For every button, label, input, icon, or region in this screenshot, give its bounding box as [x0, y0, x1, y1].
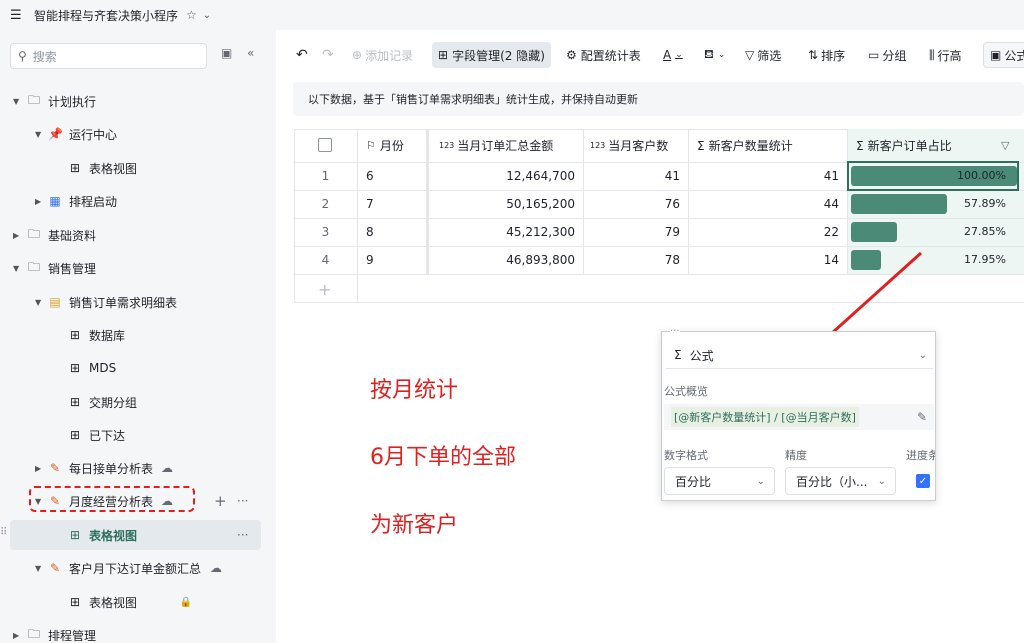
precision-label: 精度: [785, 449, 807, 462]
chevron-down-icon: ⌄: [877, 475, 886, 487]
edit-pencil-icon[interactable]: ✎: [917, 410, 927, 424]
annotation-text: 按月统计: [370, 378, 459, 403]
field-type-value: 公式: [689, 348, 714, 363]
annotation-text: 6月下单的全部: [370, 445, 516, 470]
number-format-select[interactable]: 百分比 ⌄: [664, 467, 775, 495]
sigma-icon: Σ: [674, 348, 682, 362]
precision-value: 百分比（小...: [796, 474, 868, 489]
annotation-text: 为新客户: [370, 513, 459, 538]
precision-select[interactable]: 百分比（小... ⌄: [785, 467, 896, 495]
popup-truncated-label: ···: [670, 326, 680, 337]
formula-editor[interactable]: [@新客户数量统计] / [@当月客户数] ✎: [664, 404, 934, 430]
formula-popup: ··· Σ 公式 ⌄ 公式概览 [@新客户数量统计] / [@当月客户数] ✎ …: [661, 326, 936, 501]
chevron-down-icon: ⌄: [918, 349, 927, 361]
formula-text: [@新客户数量统计] / [@当月客户数]: [671, 407, 859, 427]
divider: [666, 368, 933, 369]
number-format-value: 百分比: [675, 474, 712, 489]
number-format-label: 数字格式: [664, 449, 708, 462]
chevron-down-icon: ⌄: [756, 475, 765, 487]
formula-overview-title: 公式概览: [664, 385, 708, 398]
progress-bar-label: 进度条: [906, 449, 935, 462]
field-type-select[interactable]: Σ 公式 ⌄: [666, 342, 933, 368]
annotation-arrow: [760, 251, 923, 397]
progress-bar-checkbox[interactable]: ✓: [916, 474, 930, 488]
